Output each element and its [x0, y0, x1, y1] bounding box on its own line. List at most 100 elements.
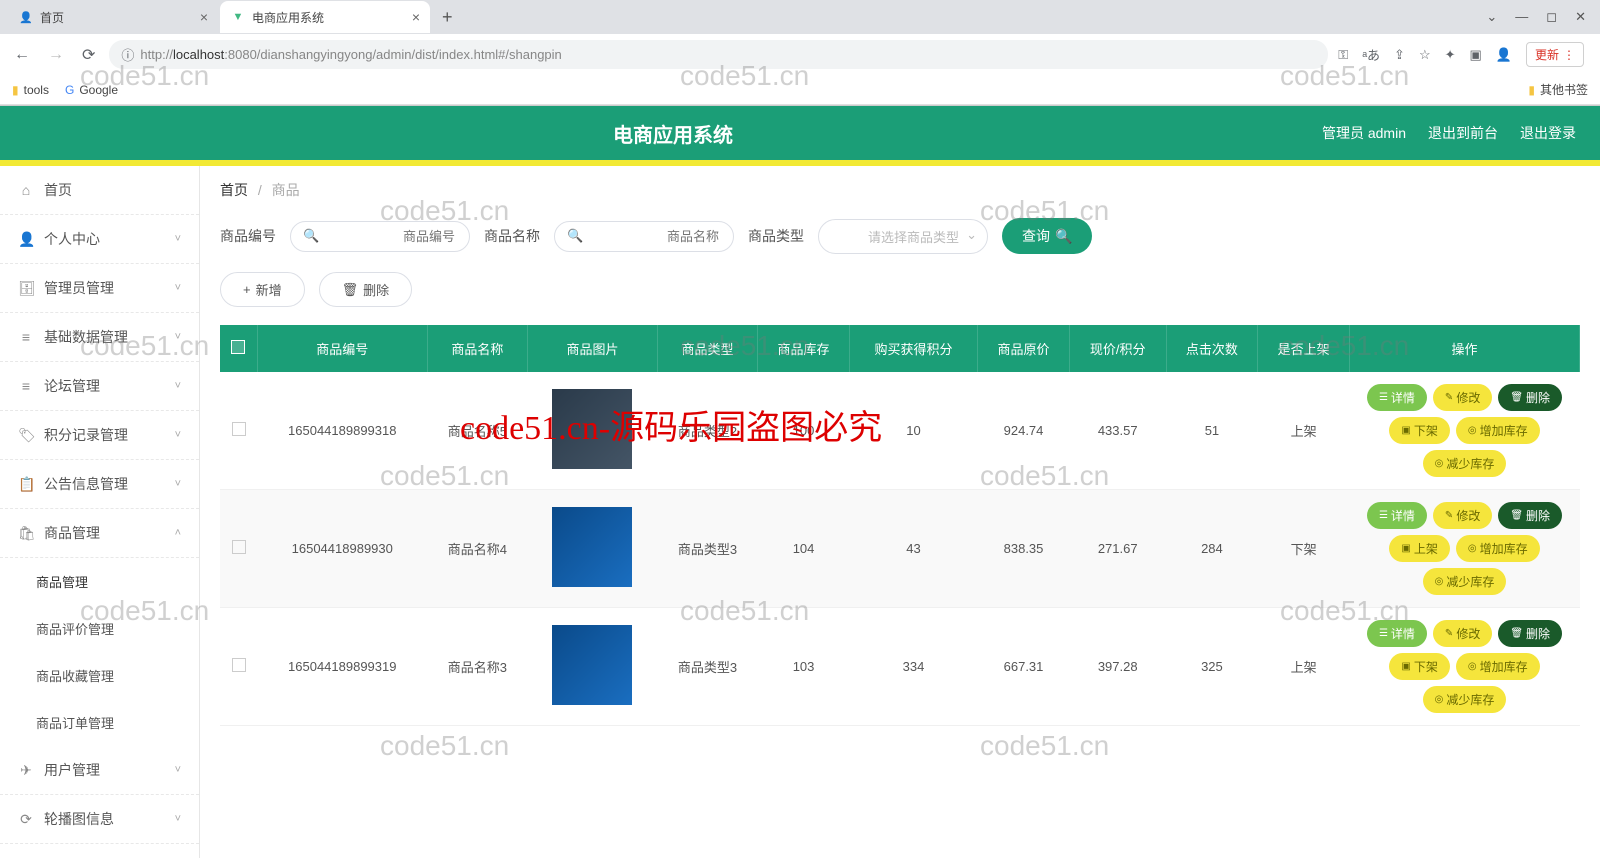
trash-icon: 🗑	[1510, 510, 1523, 521]
minus-icon: ◎	[1435, 458, 1444, 469]
delete-row-button[interactable]: 🗑删除	[1498, 620, 1562, 647]
shelf-icon: ▣	[1401, 661, 1410, 672]
add-stock-button[interactable]: ◎增加库存	[1456, 535, 1540, 562]
edit-button[interactable]: ✎修改	[1433, 384, 1492, 411]
url-input[interactable]: ⓘ http://localhost:8080/dianshangyingyon…	[109, 40, 1328, 69]
shelf-button[interactable]: ▣上架	[1389, 535, 1449, 562]
cell-stock: 103	[758, 608, 850, 726]
edit-button[interactable]: ✎修改	[1433, 502, 1492, 529]
sidebar-item[interactable]: 👤个人中心˅	[0, 215, 199, 264]
row-checkbox[interactable]	[232, 422, 246, 436]
reduce-stock-button[interactable]: ◎减少库存	[1423, 686, 1507, 713]
detail-button[interactable]: ☰详情	[1367, 384, 1427, 411]
panel-icon[interactable]: ▣	[1470, 47, 1482, 63]
reduce-stock-button[interactable]: ◎减少库存	[1423, 568, 1507, 595]
browser-tab-home[interactable]: 👤 首页 ×	[8, 1, 218, 33]
cell-type[interactable]: 商品类型2	[657, 372, 757, 490]
query-button[interactable]: 查询🔍	[1002, 218, 1092, 254]
maximize-icon[interactable]: ◻	[1546, 9, 1557, 25]
update-button[interactable]: 更新⋮	[1526, 42, 1584, 67]
sidebar-item[interactable]: ⌂首页	[0, 166, 199, 215]
detail-button[interactable]: ☰详情	[1367, 502, 1427, 529]
back-icon[interactable]: ←	[10, 42, 34, 68]
row-checkbox[interactable]	[232, 658, 246, 672]
admin-label[interactable]: 管理员 admin	[1322, 123, 1406, 143]
sidebar-item[interactable]: 📋公告信息管理˅	[0, 460, 199, 509]
site-info-icon[interactable]: ⓘ	[121, 45, 134, 64]
bookmark-google[interactable]: GGoogle	[65, 83, 118, 97]
shelf-button[interactable]: ▣下架	[1389, 417, 1449, 444]
new-tab-button[interactable]: +	[432, 7, 463, 28]
search-name-input[interactable]	[587, 229, 719, 244]
sidebar-item[interactable]: ≡论坛管理˅	[0, 362, 199, 411]
sidebar-sub-item[interactable]: 商品管理	[0, 558, 199, 605]
sidebar-sub-label: 商品评价管理	[36, 619, 114, 638]
add-stock-button[interactable]: ◎增加库存	[1456, 417, 1540, 444]
detail-button[interactable]: ☰详情	[1367, 620, 1427, 647]
close-window-icon[interactable]: ✕	[1575, 9, 1586, 25]
to-front-link[interactable]: 退出到前台	[1428, 123, 1498, 143]
window-controls: ⌄ — ◻ ✕	[1486, 9, 1600, 25]
shelf-button[interactable]: ▣下架	[1389, 653, 1449, 680]
table-header-cell: 商品图片	[528, 325, 658, 372]
sidebar-item-label: 管理员管理	[44, 278, 114, 298]
sidebar-item[interactable]: 🛍商品管理˄	[0, 509, 199, 558]
key-icon[interactable]: ⚿	[1338, 47, 1348, 63]
cell-type[interactable]: 商品类型3	[657, 608, 757, 726]
reduce-stock-button[interactable]: ◎减少库存	[1423, 450, 1507, 477]
close-icon[interactable]: ×	[412, 9, 420, 25]
chevron-down-icon[interactable]: ⌄	[1486, 9, 1497, 25]
breadcrumb-home[interactable]: 首页	[220, 182, 248, 198]
sidebar-sub-item[interactable]: 商品收藏管理	[0, 652, 199, 699]
cell-orig-price: 838.35	[978, 490, 1070, 608]
product-image[interactable]	[552, 389, 632, 469]
star-icon[interactable]: ☆	[1419, 47, 1431, 63]
toolbar-right: ⚿ ᵃあ ⇪ ☆ ✦ ▣ 👤 更新⋮	[1338, 42, 1590, 67]
share-icon[interactable]: ⇪	[1394, 47, 1405, 63]
bookmark-tools[interactable]: ▮tools	[12, 83, 49, 97]
sidebar-sub-item[interactable]: 商品订单管理	[0, 699, 199, 746]
translate-icon[interactable]: ᵃあ	[1362, 45, 1380, 64]
product-table: 商品编号商品名称商品图片商品类型商品库存购买获得积分商品原价现价/积分点击次数是…	[220, 325, 1580, 726]
bookmark-other[interactable]: ▮其他书签	[1528, 81, 1588, 98]
sidebar-item[interactable]: 🗄管理员管理˅	[0, 264, 199, 313]
list-icon: ☰	[1379, 510, 1388, 521]
product-image[interactable]	[552, 625, 632, 705]
delete-button[interactable]: 🗑删除	[319, 272, 413, 307]
search-name-label: 商品名称	[484, 226, 540, 246]
logout-link[interactable]: 退出登录	[1520, 123, 1576, 143]
edit-button[interactable]: ✎修改	[1433, 620, 1492, 647]
sidebar-item[interactable]: ≡基础数据管理˅	[0, 313, 199, 362]
profile-icon[interactable]: 👤	[1496, 47, 1512, 63]
header-right: 管理员 admin 退出到前台 退出登录	[1322, 123, 1576, 143]
sidebar-item[interactable]: ✈用户管理˅	[0, 746, 199, 795]
product-image[interactable]	[552, 507, 632, 587]
minimize-icon[interactable]: —	[1515, 9, 1528, 25]
row-checkbox[interactable]	[232, 540, 246, 554]
select-all-checkbox[interactable]	[231, 340, 245, 354]
sidebar-item[interactable]: ⟳轮播图信息˅	[0, 795, 199, 844]
chevron-down-icon: ˅	[175, 813, 181, 825]
search-type-select[interactable]: 请选择商品类型 ⌄	[818, 219, 988, 254]
extensions-icon[interactable]: ✦	[1445, 47, 1456, 63]
add-stock-button[interactable]: ◎增加库存	[1456, 653, 1540, 680]
reload-icon[interactable]: ⟳	[78, 41, 99, 69]
folder-icon: ▮	[12, 83, 19, 97]
cell-points: 334	[849, 608, 977, 726]
close-icon[interactable]: ×	[200, 9, 208, 25]
table-header-cell: 商品类型	[657, 325, 757, 372]
main-content: 首页 / 商品 商品编号 🔍 商品名称 🔍 商品类型 请选择商品类型 ⌄	[200, 166, 1600, 858]
sidebar-item[interactable]: 🏷积分记录管理˅	[0, 411, 199, 460]
delete-row-button[interactable]: 🗑删除	[1498, 502, 1562, 529]
sidebar-sub-item[interactable]: 商品评价管理	[0, 605, 199, 652]
forward-icon[interactable]: →	[44, 42, 68, 68]
sidebar-item-label: 个人中心	[44, 229, 100, 249]
browser-tab-app[interactable]: ▼ 电商应用系统 ×	[220, 1, 430, 33]
search-icon: 🔍	[303, 228, 319, 244]
search-code-input[interactable]	[323, 229, 455, 244]
add-button[interactable]: +新增	[220, 272, 305, 307]
delete-row-button[interactable]: 🗑删除	[1498, 384, 1562, 411]
menu-icon: 🗄	[18, 280, 34, 297]
cell-type[interactable]: 商品类型3	[657, 490, 757, 608]
table-row: 165044189899318 商品名称5 商品类型2 100 10 924.7…	[220, 372, 1580, 490]
